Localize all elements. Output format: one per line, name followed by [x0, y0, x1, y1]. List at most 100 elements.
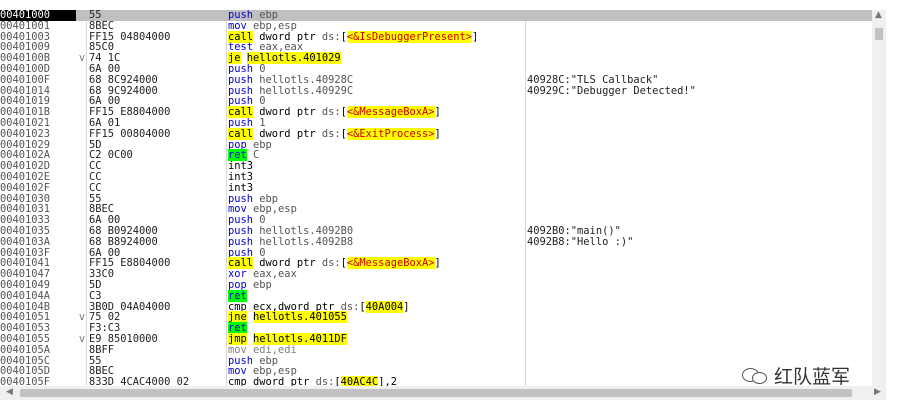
instruction-token: [ — [340, 257, 347, 270]
instruction-cell: push hellotls.40929C — [228, 84, 524, 97]
instruction-cell: call dword ptr ds:[<&MessageBoxA>] — [228, 106, 524, 119]
instruction-cell: pop ebp — [228, 139, 524, 151]
instruction-token: <&MessageBoxA> — [346, 257, 435, 270]
address-cell: 00401001 — [0, 20, 51, 32]
instruction-token: ] — [403, 300, 410, 313]
bytes-cell: FF15 00804000 — [89, 127, 171, 140]
disasm-row[interactable]: 0040101B FF15 E8804000 call dword ptr ds:[… — [0, 106, 872, 119]
instruction-token: ] — [434, 127, 441, 140]
instruction-token: ebp — [253, 279, 272, 291]
disasm-row[interactable]: 00401055 v E9 85010000 jmp hellotls.4011DF — [0, 333, 872, 345]
horizontal-scrollbar[interactable]: ◀ ▶ — [0, 386, 886, 400]
instruction-token: cmp — [228, 376, 254, 386]
bytes-cell: 33C0 — [89, 268, 115, 281]
horizontal-scroll-thumb[interactable] — [20, 389, 852, 397]
address-cell: 00401023 — [0, 128, 51, 140]
bytes-cell: C3 — [89, 289, 102, 302]
comment-cell: 40929C:"Debugger Detected!" — [527, 84, 696, 97]
instruction-token: 40A004 — [365, 300, 404, 313]
disasm-row[interactable]: 0040102A C2 0C00 ret C — [0, 149, 872, 162]
disasm-row[interactable]: 0040100B v 74 1C je hellotls.401029 — [0, 52, 872, 65]
disasm-row[interactable]: 00401031 8BEC mov ebp,esp — [0, 204, 872, 215]
address-cell: 00401029 — [0, 139, 51, 151]
wechat-icon — [742, 366, 768, 384]
address-cell: 0040100F — [0, 74, 51, 86]
instruction-token: ds: — [321, 106, 341, 119]
instruction-token: [ — [340, 30, 347, 43]
address-cell: 00401055 — [0, 334, 51, 345]
vertical-scroll-thumb[interactable] — [875, 28, 883, 40]
bytes-cell: 8BFF — [89, 343, 115, 356]
address-cell: 0040105C — [0, 355, 51, 367]
address-cell: 00401014 — [0, 85, 51, 97]
address-cell: 0040105F — [0, 377, 51, 386]
address-cell: 00401033 — [0, 215, 51, 226]
instruction-cell: int3 — [228, 161, 524, 172]
instruction-token: ds: — [321, 257, 341, 270]
instruction-token: <&ExitProcess> — [346, 127, 435, 140]
bytes-cell: C2 0C00 — [89, 149, 133, 162]
bytes-cell: 8BEC — [89, 19, 115, 32]
disasm-row[interactable]: 0040103A 68 B8924000 push hellotls.4092B8 4… — [0, 235, 872, 248]
address-cell: 0040105A — [0, 344, 51, 356]
instruction-token: 40AC4C — [340, 376, 379, 386]
address-cell: 00401049 — [0, 280, 51, 291]
comment-cell: 4092B8:"Hello :)" — [527, 235, 634, 248]
disasm-row[interactable]: 00401051 v 75 02 jne hellotls.401055 — [0, 311, 872, 324]
instruction-token: [ — [340, 106, 347, 119]
address-cell: 00401053 — [0, 323, 51, 334]
disasm-row[interactable]: 0040105A 8BFF mov edi,edi — [0, 343, 872, 356]
disasm-row[interactable]: 0040104A C3 ret — [0, 289, 872, 302]
address-cell: 00401009 — [0, 42, 51, 54]
disasm-row[interactable]: 00401001 8BEC mov ebp,esp — [0, 19, 872, 32]
bytes-cell: CC — [89, 160, 102, 173]
instruction-token: hellotls.40929C — [259, 84, 354, 97]
comment-cell: 40928C:"TLS Callback" — [527, 73, 659, 86]
address-cell: 0040101B — [0, 107, 51, 118]
disasm-row[interactable]: 0040100F 68 8C924000 push hellotls.40928C 4… — [0, 73, 872, 86]
instruction-token: ds: — [321, 30, 341, 43]
scroll-right-arrow-icon[interactable]: ▶ — [874, 387, 881, 397]
address-cell: 0040103A — [0, 236, 51, 248]
disasm-row[interactable]: 0040102F CC int3 — [0, 182, 872, 194]
instruction-cell: push hellotls.4092B8 — [228, 236, 524, 248]
address-cell: 00401030 — [0, 193, 51, 205]
disasm-row[interactable]: 00401030 55 push ebp — [0, 193, 872, 205]
disasm-row[interactable]: 00401047 33C0 xor eax,eax — [0, 269, 872, 280]
instruction-token: ] — [472, 30, 479, 43]
bytes-cell: CC — [89, 171, 102, 183]
instruction-token: ],2 — [378, 376, 397, 386]
instruction-cell: je hellotls.401029 — [228, 52, 524, 65]
disassembly-view[interactable]: 00401000 55 push ebp 00401001 8BEC mov ebp,es… — [0, 10, 872, 386]
bytes-cell: 5D — [89, 279, 102, 291]
disasm-row[interactable]: 0040104B 3B0D 04A04000 cmp ecx,dword ptr d… — [0, 300, 872, 313]
watermark-text: 红队蓝军 — [774, 365, 851, 388]
jump-marker-icon: v — [78, 333, 86, 345]
address-cell: 0040104A — [0, 290, 51, 302]
instruction-cell: call dword ptr ds:[<&ExitProcess>] — [228, 127, 524, 140]
watermark: 红队蓝军 — [742, 364, 851, 388]
scroll-up-arrow-icon[interactable]: ▲ — [875, 10, 882, 20]
instruction-token: [ — [340, 127, 347, 140]
instruction-token: hellotls.401055 — [253, 311, 347, 324]
scroll-left-arrow-icon[interactable]: ◀ — [6, 387, 13, 397]
disasm-row[interactable]: 0040102E CC int3 — [0, 172, 872, 183]
disasm-row[interactable]: 00401003 FF15 04804000 call dword ptr ds:[… — [0, 30, 872, 43]
disasm-row[interactable]: 00401009 85C0 test eax,eax — [0, 42, 872, 53]
instruction-token: dword ptr — [253, 376, 316, 386]
instruction-token: ds: — [315, 376, 335, 386]
vertical-scrollbar[interactable]: ▲ — [872, 10, 886, 386]
jump-marker-icon: v — [78, 52, 86, 65]
address-cell: 0040105D — [0, 366, 51, 378]
address-cell: 0040102E — [0, 172, 51, 183]
disasm-row[interactable]: 00401049 5D pop ebp — [0, 280, 872, 291]
disasm-row[interactable]: 0040102D CC int3 — [0, 161, 872, 172]
address-cell: 00401051 — [0, 312, 51, 324]
disasm-row[interactable]: 00401041 FF15 E8804000 call dword ptr ds:[… — [0, 257, 872, 270]
disasm-row[interactable]: 00401023 FF15 00804000 call dword ptr ds:[… — [0, 127, 872, 140]
disasm-row[interactable]: 00401014 68 9C924000 push hellotls.40929C 4… — [0, 84, 872, 97]
instruction-cell: pop ebp — [228, 280, 524, 291]
instruction-cell: ret C — [228, 149, 524, 162]
disasm-row[interactable]: 00401000 55 push ebp — [0, 10, 872, 21]
instruction-cell: xor eax,eax — [228, 269, 524, 280]
